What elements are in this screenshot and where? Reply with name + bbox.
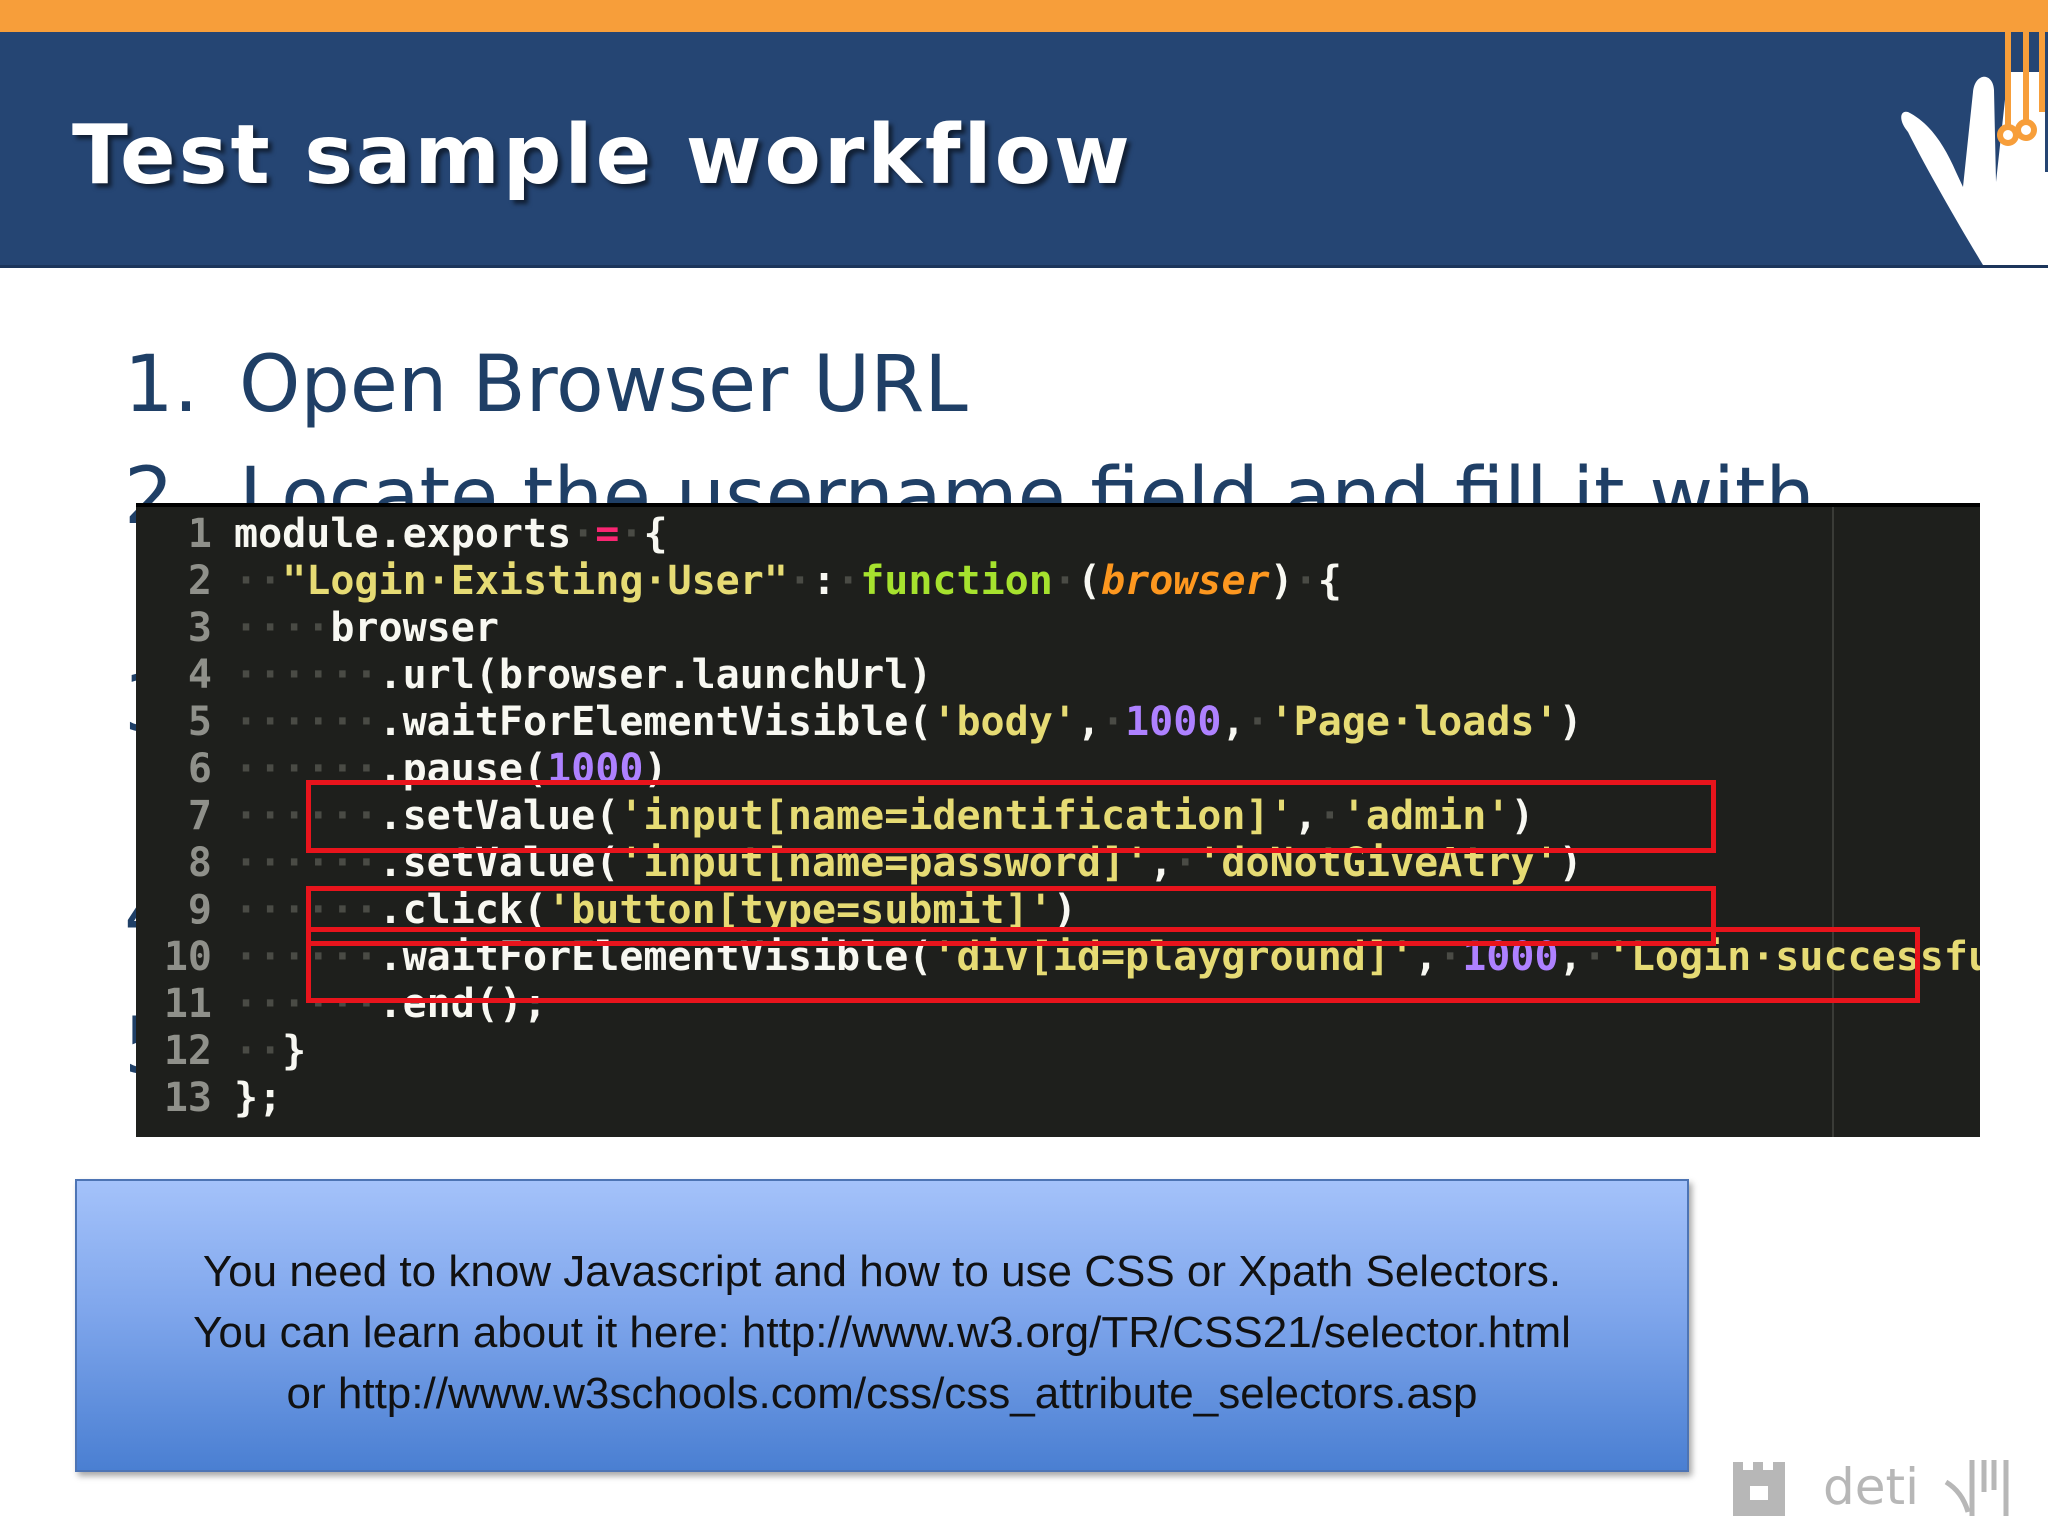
whitespace-marker: ··	[234, 1028, 283, 1074]
line-number: 9	[187, 887, 212, 933]
whitespace-marker: ·	[1052, 558, 1077, 604]
code-line: 5 ······.waitForElementVisible('body',·10…	[136, 699, 1583, 746]
top-accent-stripe	[0, 0, 2048, 32]
whitespace-marker: ··	[234, 558, 283, 604]
slide-header: Test sample workflow	[0, 32, 2048, 268]
line-number: 6	[187, 746, 212, 792]
step-1: 1. Open Browser URL	[124, 340, 968, 430]
editor-ruler	[1832, 507, 1834, 1137]
line-number: 3	[187, 605, 212, 651]
code-token: 'body'	[932, 699, 1077, 745]
line-number: 2	[187, 558, 212, 604]
whitespace-marker: ······	[234, 699, 379, 745]
code-line: 13};	[136, 1075, 282, 1122]
code-token: .waitForElementVisible(	[378, 699, 933, 745]
code-token: =	[595, 511, 620, 557]
step-number: 1.	[124, 340, 199, 430]
hand-circuit-logo-icon	[1901, 32, 2048, 265]
highlight-box-waitfor	[306, 927, 1920, 1003]
code-token: 'Page·loads'	[1269, 699, 1559, 745]
code-token: {	[643, 511, 668, 557]
line-number: 7	[187, 793, 212, 839]
code-token: :	[812, 558, 837, 604]
line-number: 13	[163, 1075, 212, 1121]
line-number: 5	[187, 699, 212, 745]
hand-mini-icon	[1944, 1460, 2009, 1516]
info-line-3: or http://www.w3schools.com/css/css_attr…	[286, 1369, 1478, 1418]
whitespace-marker: ·	[1100, 699, 1126, 745]
code-line: 3 ····browser	[136, 605, 499, 652]
whitespace-marker: ·	[836, 558, 861, 604]
code-token: }	[282, 1028, 307, 1074]
code-screenshot: 1 module.exports·=·{2 ··"Login·Existing·Us…	[136, 503, 1980, 1137]
info-line-1: You need to know Javascript and how to u…	[202, 1247, 1562, 1296]
footer-logo-text: deti	[1823, 1458, 1919, 1516]
whitespace-marker: ·	[787, 558, 812, 604]
whitespace-marker: ·	[1293, 558, 1318, 604]
whitespace-marker: ····	[234, 605, 331, 651]
whitespace-marker: ·	[1245, 699, 1270, 745]
whitespace-marker: ·	[571, 511, 596, 557]
info-callout: You need to know Javascript and how to u…	[75, 1179, 1689, 1472]
code-token: )	[1558, 699, 1583, 745]
code-token: (	[1076, 558, 1102, 604]
code-line: 12 ··}	[136, 1028, 306, 1075]
code-token: "Login·Existing·User"	[282, 558, 788, 604]
code-token: .url(browser.launchUrl)	[378, 652, 933, 698]
step-text: Open Browser URL	[239, 340, 968, 430]
line-number: 1	[187, 511, 212, 557]
code-line: 4 ······.url(browser.launchUrl)	[136, 652, 932, 699]
code-token: function	[860, 558, 1053, 604]
code-token: )	[1269, 558, 1294, 604]
highlight-box-setvalue	[306, 780, 1716, 853]
deti-footer-logo: deti	[1733, 1458, 2009, 1516]
code-line: 2 ··"Login·Existing·User"·:·function·(bro…	[136, 558, 1342, 605]
code-token: ,	[1076, 699, 1101, 745]
castle-icon	[1733, 1462, 1785, 1516]
code-token: };	[234, 1075, 283, 1121]
line-number: 4	[187, 652, 212, 698]
code-token: browser	[1101, 558, 1270, 604]
code-token: browser	[330, 605, 499, 651]
code-token: {	[1317, 558, 1342, 604]
info-line-2: You can learn about it here: http://www.…	[193, 1308, 1571, 1357]
line-number: 10	[163, 934, 212, 980]
code-token: 1000	[1125, 699, 1222, 745]
whitespace-marker: ·	[619, 511, 644, 557]
whitespace-marker: ······	[234, 652, 379, 698]
line-number: 8	[187, 840, 212, 886]
line-number: 11	[163, 981, 212, 1027]
line-number: 12	[163, 1028, 212, 1074]
code-token: ,	[1221, 699, 1246, 745]
code-line: 1 module.exports·=·{	[136, 511, 668, 558]
code-token: module.exports	[234, 511, 572, 557]
slide-title: Test sample workflow	[72, 108, 1133, 203]
